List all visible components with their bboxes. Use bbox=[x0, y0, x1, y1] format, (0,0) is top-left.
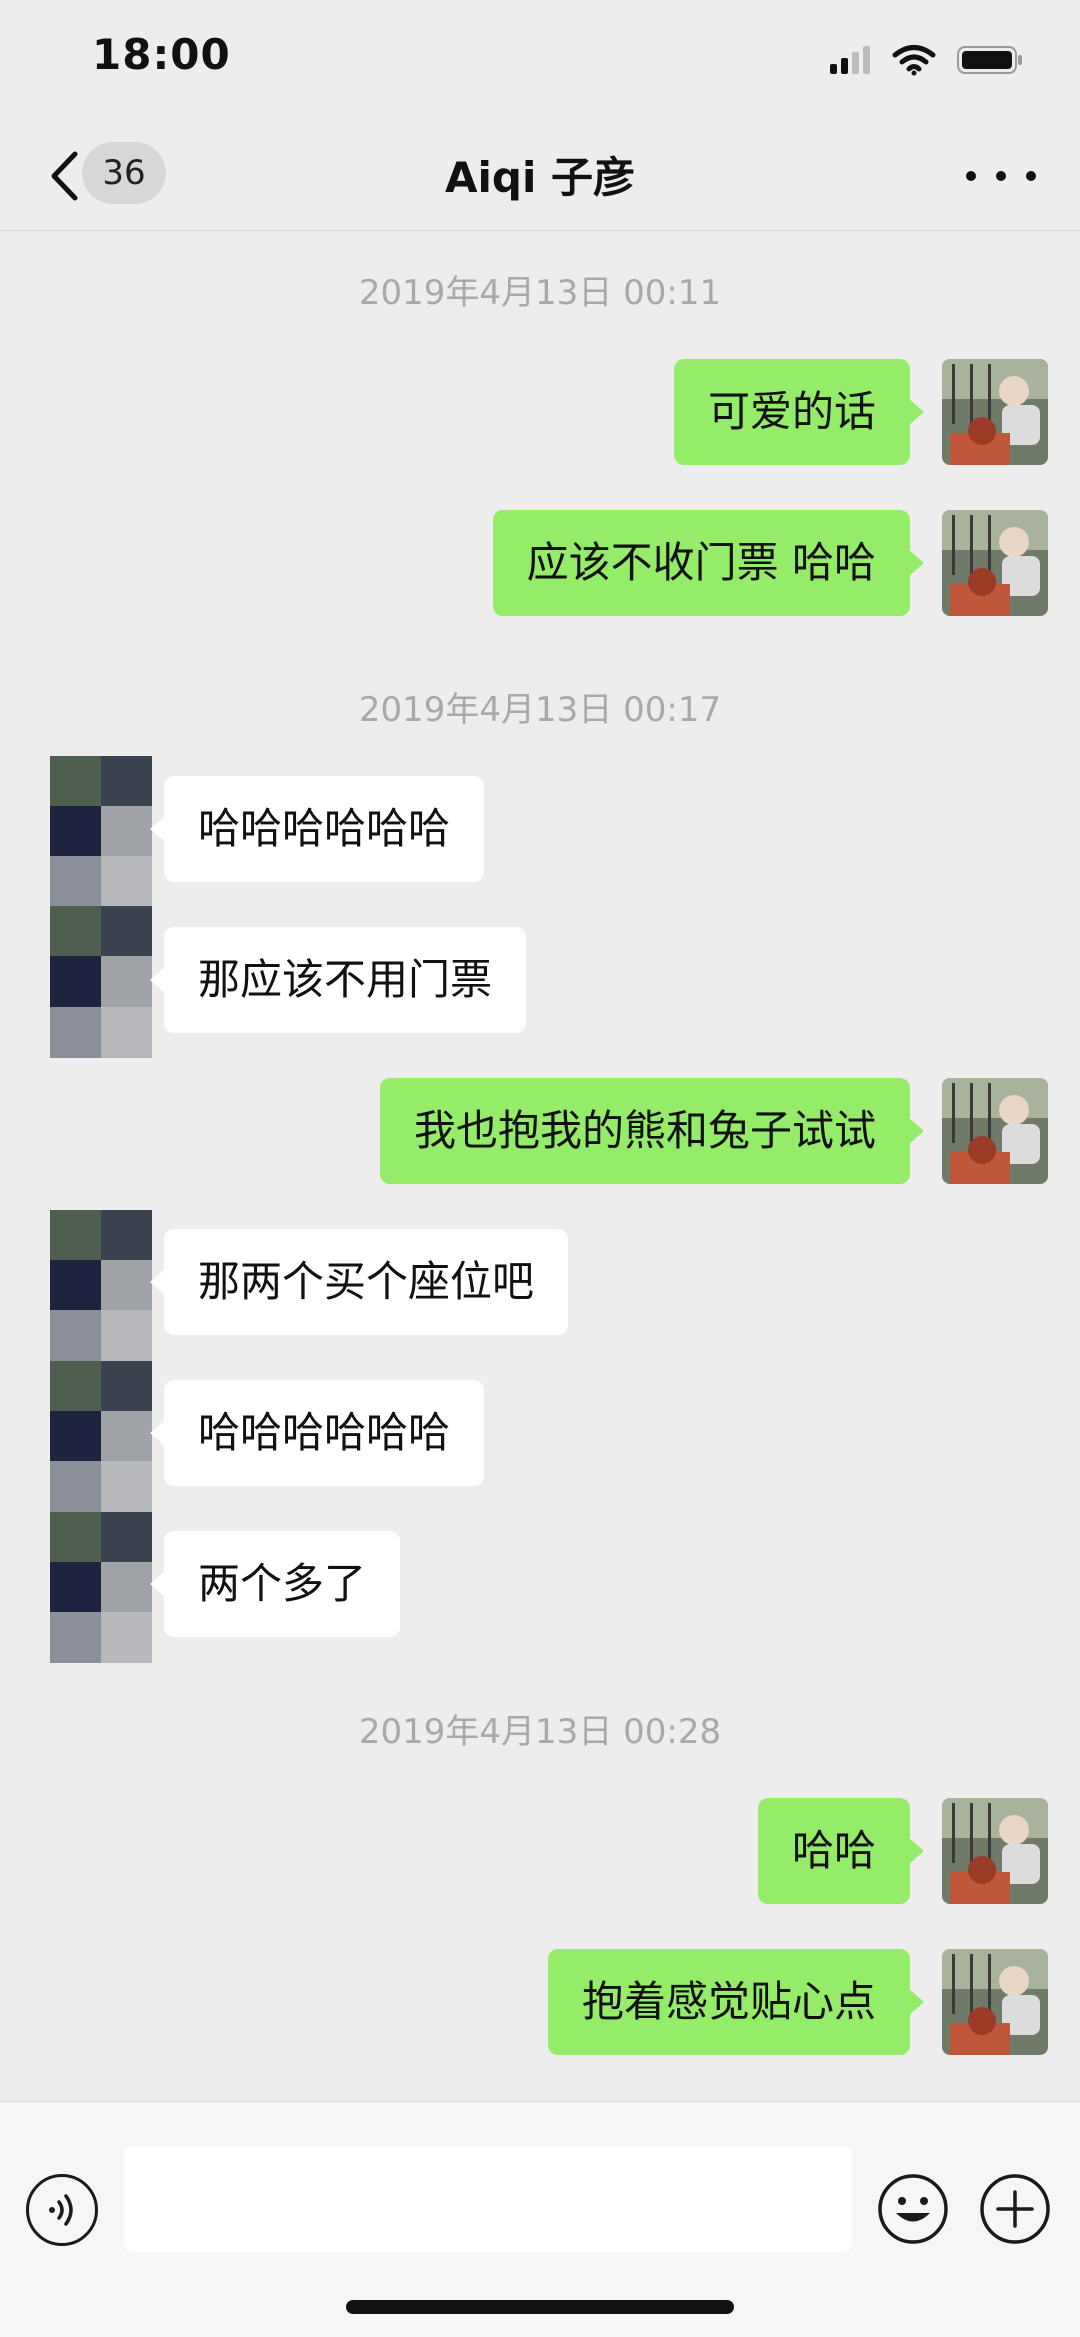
message-bubble-sent[interactable]: 应该不收门票 哈哈 bbox=[492, 510, 925, 616]
message-bubble-received[interactable]: 两个多了 bbox=[149, 1531, 401, 1637]
home-indicator[interactable] bbox=[346, 2300, 734, 2314]
timestamp: 2019年4月13日 00:17 bbox=[358, 690, 722, 730]
my-avatar[interactable] bbox=[942, 1949, 1048, 2055]
message-bubble-received[interactable]: 哈哈哈哈哈哈 bbox=[149, 1380, 485, 1486]
message-bubble-sent[interactable]: 哈哈 bbox=[757, 1798, 925, 1904]
my-avatar[interactable] bbox=[942, 359, 1048, 465]
status-time: 18:00 bbox=[92, 30, 231, 79]
message-bubble-received[interactable]: 那两个买个座位吧 bbox=[149, 1229, 569, 1335]
my-avatar[interactable] bbox=[942, 1798, 1048, 1904]
status-icons bbox=[828, 40, 1024, 80]
more-button[interactable] bbox=[966, 158, 1036, 194]
voice-button[interactable] bbox=[26, 2174, 98, 2246]
timestamp: 2019年4月13日 00:11 bbox=[358, 273, 722, 313]
message-input[interactable] bbox=[124, 2146, 852, 2252]
contact-avatar[interactable] bbox=[50, 1210, 152, 1663]
emoji-button[interactable] bbox=[876, 2172, 950, 2246]
message-bubble-sent[interactable]: 可爱的话 bbox=[673, 359, 925, 465]
message-bubble-received[interactable]: 哈哈哈哈哈哈 bbox=[149, 776, 485, 882]
more-functions-button[interactable] bbox=[978, 2172, 1052, 2246]
message-list[interactable]: 2019年4月13日 00:11 可爱的话 应该不收门票 哈哈 2019年4月1… bbox=[0, 231, 1080, 2101]
message-bubble-sent[interactable]: 我也抱我的熊和兔子试试 bbox=[379, 1078, 925, 1184]
plus-icon bbox=[980, 2174, 1050, 2244]
wifi-icon bbox=[892, 45, 936, 76]
my-avatar[interactable] bbox=[942, 510, 1048, 616]
battery-icon bbox=[957, 46, 1022, 74]
emoji-icon bbox=[878, 2174, 948, 2244]
chat-header: 36 Aiqi 子彦 bbox=[0, 120, 1080, 230]
contact-avatar[interactable] bbox=[50, 756, 152, 1058]
chat-title: Aiqi 子彦 bbox=[445, 153, 635, 202]
more-dots-icon bbox=[966, 171, 976, 181]
timestamp: 2019年4月13日 00:28 bbox=[358, 1712, 722, 1752]
my-avatar[interactable] bbox=[942, 1078, 1048, 1184]
signal-icon bbox=[830, 46, 870, 74]
voice-icon bbox=[49, 2194, 73, 2226]
message-bubble-received[interactable]: 那应该不用门票 bbox=[149, 927, 527, 1033]
chat-screen: 18:00 36 Aiqi 子彦 2019年4月13日 00:11 可爱的话 应… bbox=[0, 0, 1080, 2337]
message-bubble-sent[interactable]: 抱着感觉贴心点 bbox=[547, 1949, 925, 2055]
status-bar: 18:00 bbox=[0, 0, 1080, 120]
